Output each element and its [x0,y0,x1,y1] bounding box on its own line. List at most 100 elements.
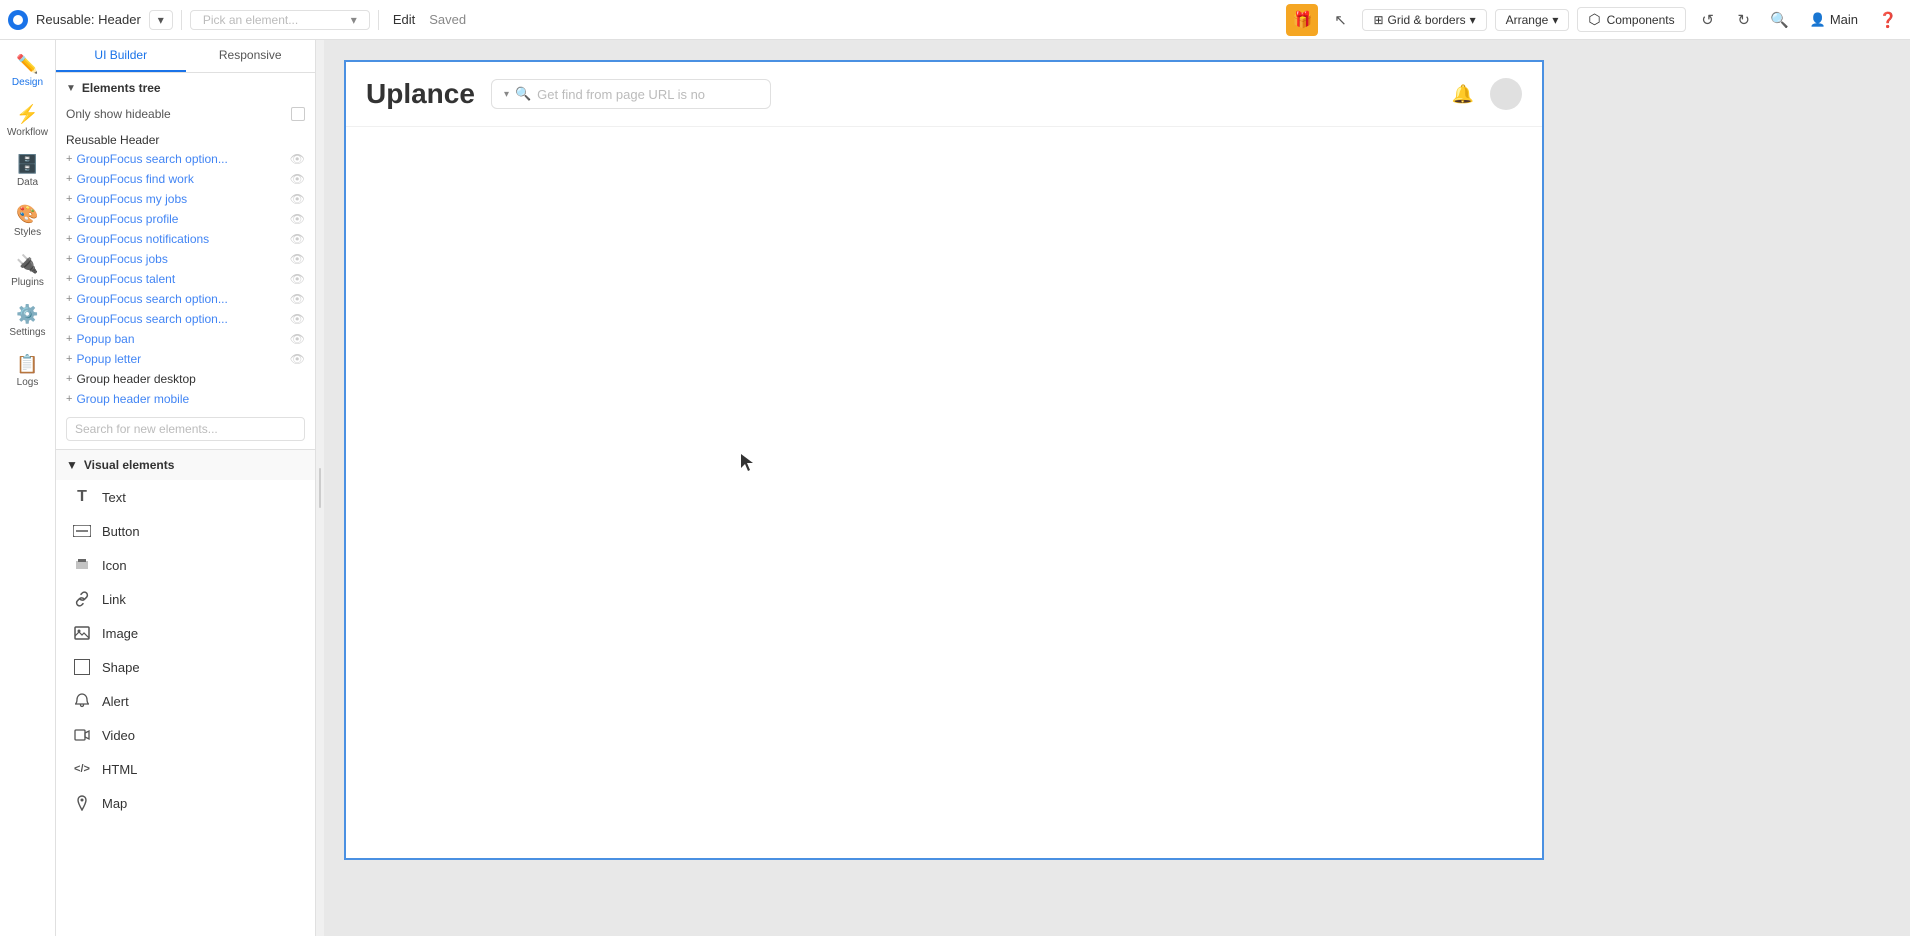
eye-icon[interactable]: 👁 [290,352,305,366]
elements-tree-arrow: ▼ [66,83,76,94]
tree-item-label: GroupFocus my jobs [76,192,187,206]
tree-item-groupfocus-notifications[interactable]: + GroupFocus notifications 👁 [56,229,315,249]
edit-label[interactable]: Edit [387,12,421,27]
topbar-divider-1 [181,10,182,30]
visual-elements-arrow: ▼ [66,458,78,472]
canvas-logo: Uplance [366,78,475,110]
tree-item-group-header-mobile[interactable]: + Group header mobile [56,389,315,409]
eye-icon[interactable]: 👁 [290,272,305,286]
sidebar-item-settings[interactable]: ⚙️ Settings [4,298,52,344]
tree-item-group-header-desktop[interactable]: + Group header desktop [56,369,315,389]
logs-icon: 📋 [16,354,38,375]
visual-item-map[interactable]: Map [56,786,315,820]
canvas-frame: Uplance ▾ 🔍 Get find from page URL is no… [344,60,1544,860]
tree-item-groupfocus-search-1[interactable]: + GroupFocus search option... 👁 [56,149,315,169]
canvas-search-arrow: ▾ [504,89,509,100]
visual-item-alert[interactable]: Alert [56,684,315,718]
visual-item-icon[interactable]: Icon [56,548,315,582]
tree-item-prefix: + [66,313,72,325]
hideable-checkbox[interactable] [291,107,305,121]
tab-responsive[interactable]: Responsive [186,40,316,72]
visual-item-text[interactable]: T Text [56,480,315,514]
eye-icon[interactable]: 👁 [290,312,305,326]
tree-item-label: GroupFocus search option... [76,152,227,166]
visual-item-video[interactable]: Video [56,718,315,752]
styles-label: Styles [14,227,41,238]
cursor-indicator [741,442,753,454]
grid-icon: ⊞ [1373,13,1383,27]
tab-ui-builder[interactable]: UI Builder [56,40,186,72]
tree-item-prefix: + [66,353,72,365]
panel-resize-handle[interactable] [316,40,324,936]
button-element-icon [72,521,92,541]
undo-icon: ↺ [1701,11,1714,29]
canvas-search-text: Get find from page URL is no [537,87,705,102]
sidebar-item-plugins[interactable]: 🔌 Plugins [4,248,52,294]
app-dropdown[interactable]: ▾ [149,10,173,30]
eye-icon[interactable]: 👁 [290,292,305,306]
elements-tree-header[interactable]: ▼ Elements tree [56,73,315,103]
sidebar-item-logs[interactable]: 📋 Logs [4,348,52,394]
icon-element-icon [72,555,92,575]
text-element-icon: T [72,487,92,507]
tree-item-groupfocus-find[interactable]: + GroupFocus find work 👁 [56,169,315,189]
eye-icon[interactable]: 👁 [290,212,305,226]
visual-elements-label: Visual elements [84,458,175,472]
tree-item-groupfocus-myjobs[interactable]: + GroupFocus my jobs 👁 [56,189,315,209]
eye-icon[interactable]: 👁 [290,252,305,266]
shape-element-icon [72,657,92,677]
alert-element-icon [72,691,92,711]
tree-item-groupfocus-profile[interactable]: + GroupFocus profile 👁 [56,209,315,229]
eye-icon[interactable]: 👁 [290,192,305,206]
tree-item-prefix: + [66,253,72,265]
sidebar-item-workflow[interactable]: ⚡ Workflow [4,98,52,144]
tree-item-groupfocus-search-3[interactable]: + GroupFocus search option... 👁 [56,309,315,329]
eye-icon[interactable]: 👁 [290,172,305,186]
tree-item-label: GroupFocus jobs [76,252,167,266]
search-new-input[interactable] [66,417,305,441]
icon-element-label: Icon [102,558,127,573]
plugins-icon: 🔌 [16,254,38,275]
help-button[interactable]: ❓ [1874,6,1902,34]
tree-item-groupfocus-talent[interactable]: + GroupFocus talent 👁 [56,269,315,289]
eye-icon[interactable]: 👁 [290,152,305,166]
sidebar-item-data[interactable]: 🗄️ Data [4,148,52,194]
shape-element-label: Shape [102,660,140,675]
tree-item-groupfocus-jobs[interactable]: + GroupFocus jobs 👁 [56,249,315,269]
visual-item-shape[interactable]: Shape [56,650,315,684]
sidebar-item-design[interactable]: ✏️ Design [4,48,52,94]
alert-element-label: Alert [102,694,129,709]
gift-button[interactable]: 🎁 [1286,4,1318,36]
visual-item-image[interactable]: Image [56,616,315,650]
panel-content: ▼ Elements tree Only show hideable Reusa… [56,73,315,936]
visual-item-html[interactable]: </> HTML [56,752,315,786]
search-button[interactable]: 🔍 [1766,6,1794,34]
redo-icon: ↻ [1737,11,1750,29]
map-element-icon [72,793,92,813]
redo-button[interactable]: ↻ [1730,6,1758,34]
grid-borders-dropdown[interactable]: ⊞ Grid & borders ▾ [1362,9,1486,31]
sidebar-item-styles[interactable]: 🎨 Styles [4,198,52,244]
tree-item-popup-letter[interactable]: + Popup letter 👁 [56,349,315,369]
topbar-divider-2 [378,10,379,30]
canvas-area[interactable]: Uplance ▾ 🔍 Get find from page URL is no… [324,40,1910,936]
panel-tabs: UI Builder Responsive [56,40,315,73]
undo-button[interactable]: ↺ [1694,6,1722,34]
tree-item-groupfocus-search-2[interactable]: + GroupFocus search option... 👁 [56,289,315,309]
arrange-dropdown[interactable]: Arrange ▾ [1495,9,1570,31]
main-button[interactable]: 👤 Main [1802,12,1866,28]
cursor-tool[interactable]: ↖ [1326,6,1354,34]
tree-item-label: Popup ban [76,332,134,346]
components-button[interactable]: ⬡ Components [1577,7,1685,32]
eye-icon[interactable]: 👁 [290,332,305,346]
tree-item-label: GroupFocus search option... [76,312,227,326]
visual-item-button[interactable]: Button [56,514,315,548]
visual-elements-header[interactable]: ▼ Visual elements [56,449,315,480]
design-icon: ✏️ [16,54,38,75]
workflow-icon: ⚡ [16,104,38,125]
element-picker[interactable]: Pick an element... ▾ [190,10,370,30]
eye-icon[interactable]: 👁 [290,232,305,246]
tree-item-prefix: + [66,293,72,305]
visual-item-link[interactable]: Link [56,582,315,616]
tree-item-popup-ban[interactable]: + Popup ban 👁 [56,329,315,349]
